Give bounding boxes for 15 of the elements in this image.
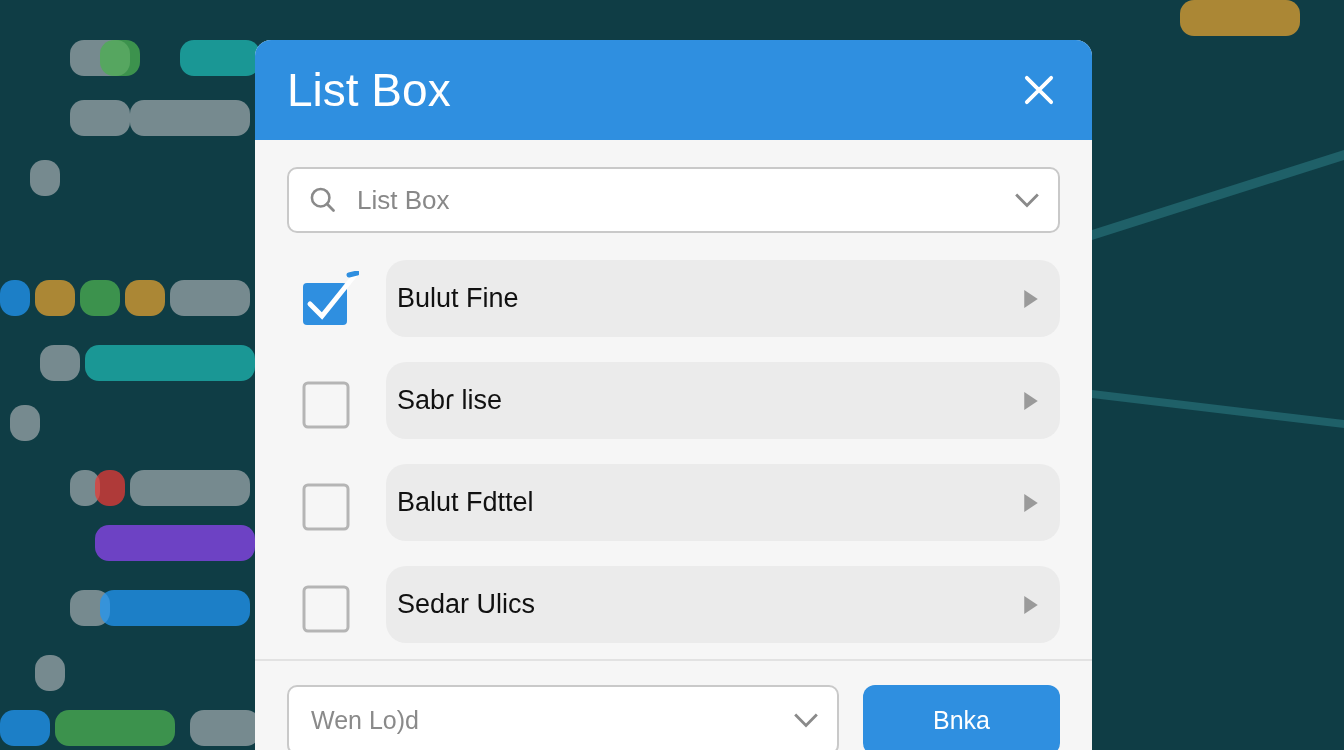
list-item[interactable]: Sedar Ulics — [386, 566, 1060, 643]
play-arrow-icon — [1024, 289, 1038, 308]
play-arrow-icon — [1024, 493, 1038, 512]
dialog-title: List Box — [287, 63, 451, 117]
search-icon — [309, 186, 337, 214]
chevron-down-icon — [793, 712, 819, 728]
list-item[interactable]: Sabɾ lise — [386, 362, 1060, 439]
checked-checkbox[interactable] — [301, 270, 359, 327]
close-icon[interactable] — [1024, 75, 1054, 105]
play-arrow-icon — [1024, 391, 1038, 410]
chevron-down-icon — [1014, 192, 1040, 208]
search-field[interactable]: List Box — [287, 167, 1060, 233]
play-arrow-icon — [1024, 595, 1038, 614]
list-item[interactable]: Balut Fdttel — [386, 464, 1060, 541]
list-item[interactable]: Bulut Fine — [386, 260, 1060, 337]
